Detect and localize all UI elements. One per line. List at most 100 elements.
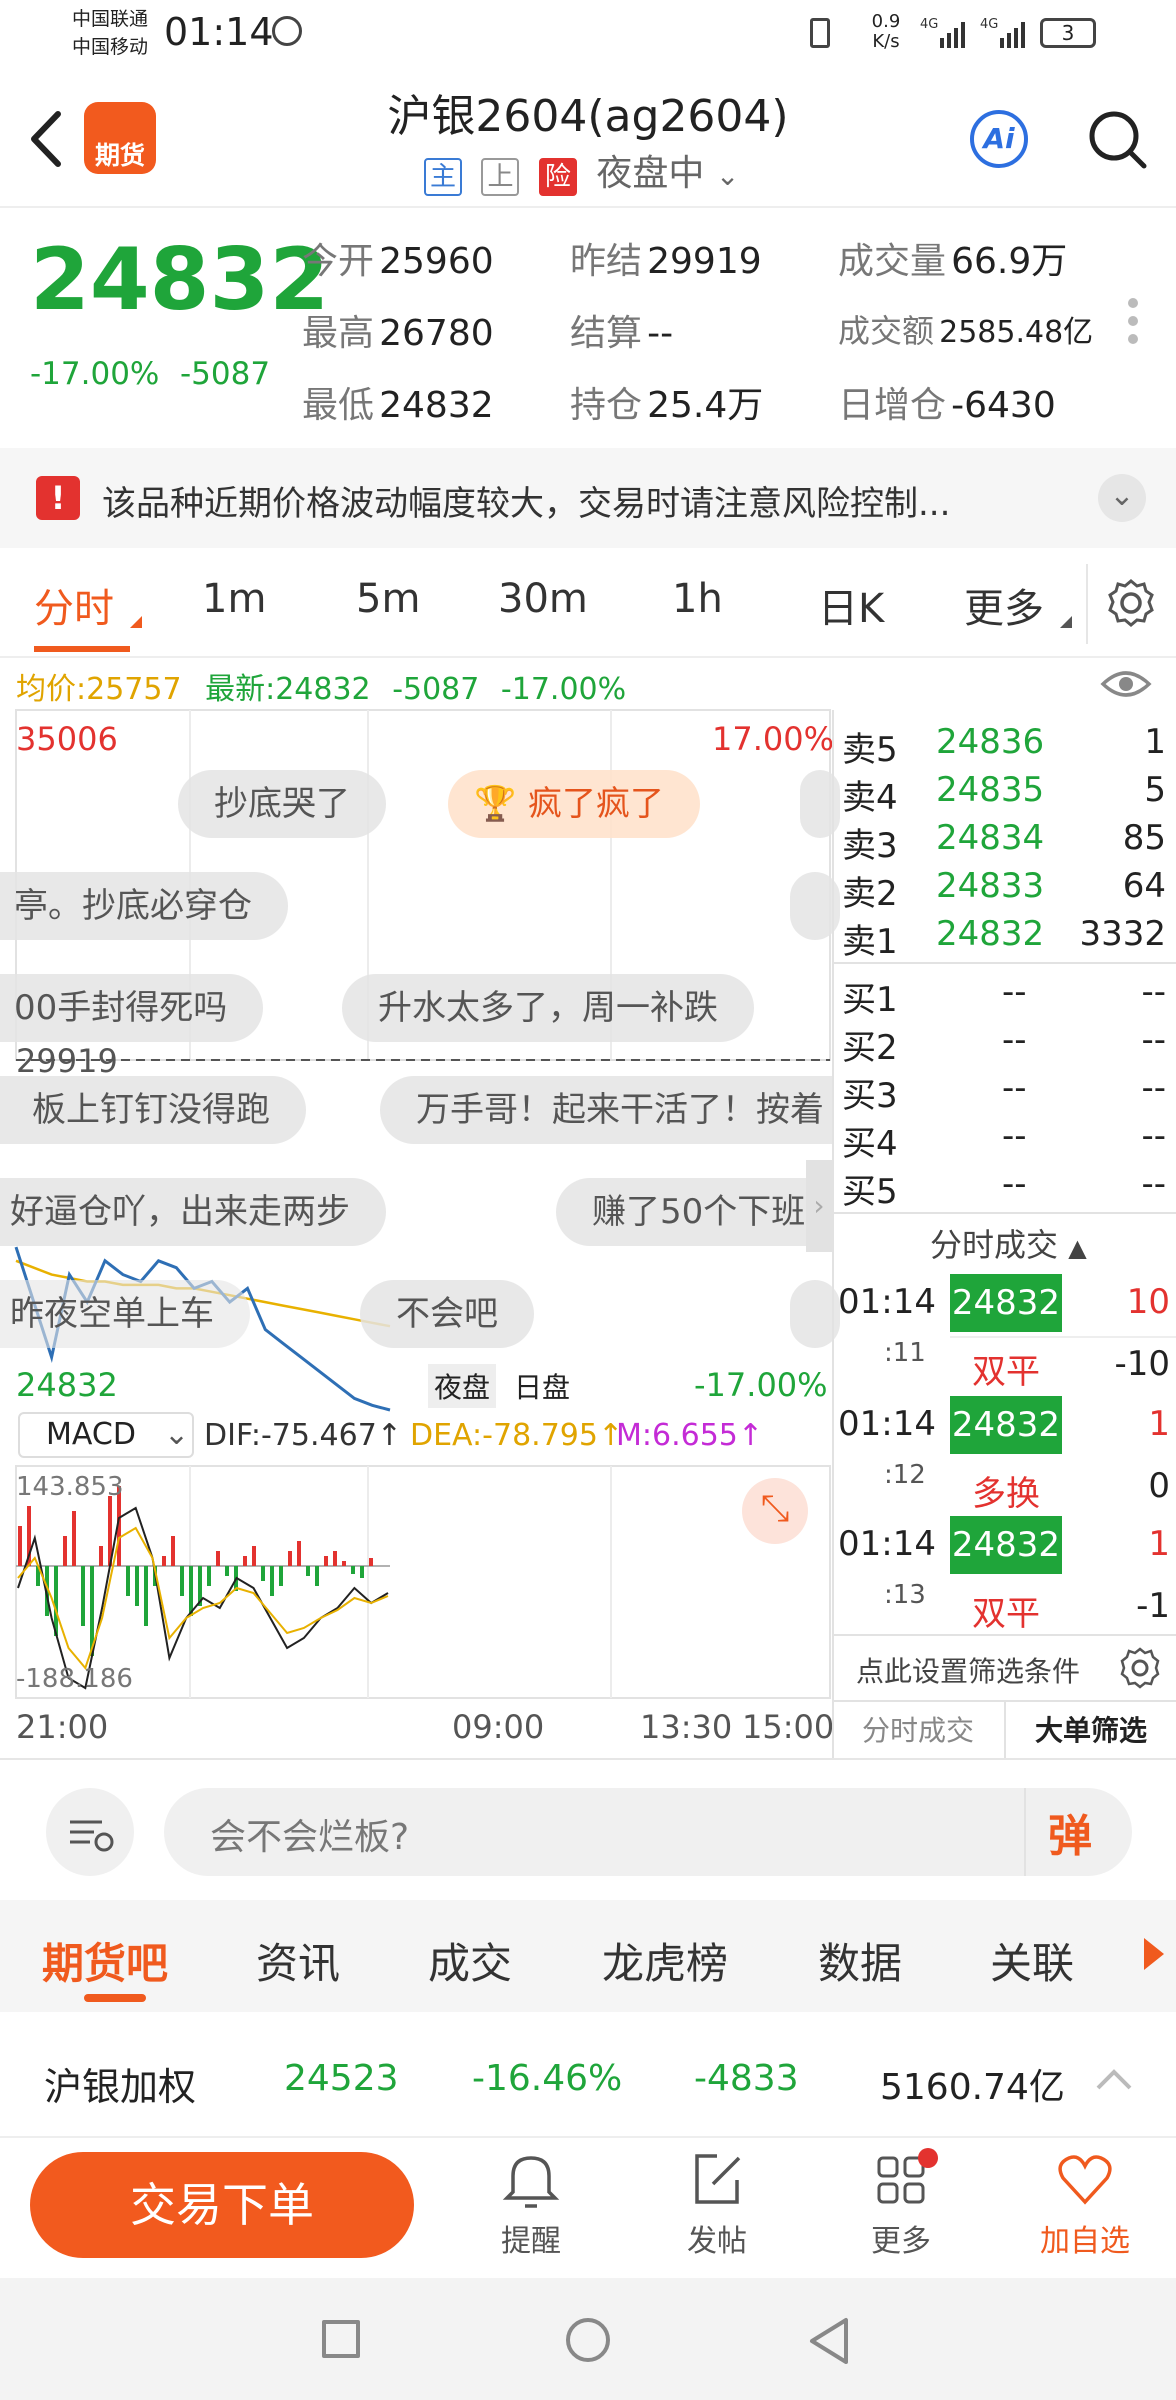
bid-row-1: 买1 -- -- bbox=[842, 972, 1166, 1020]
expand-icon[interactable]: ⌄ bbox=[1098, 474, 1146, 522]
danmu-bubble[interactable]: 升水太多了，周一补跌 bbox=[342, 974, 754, 1042]
macd-bottom-value: -188.186 bbox=[16, 1664, 133, 1694]
danmu-bubble[interactable]: 00手封得死吗 bbox=[0, 974, 264, 1042]
open-label: 今开 bbox=[302, 241, 375, 282]
trade-volume: 1 bbox=[1148, 1404, 1170, 1444]
tab-big-order-filter[interactable]: 大单筛选 bbox=[1004, 1702, 1176, 1760]
trade-delta: 0 bbox=[1148, 1466, 1170, 1506]
index-amount: 5160.74亿 bbox=[880, 2067, 1065, 2108]
chevron-down-icon: ⌄ bbox=[164, 1417, 190, 1452]
tab-corner-icon bbox=[130, 616, 142, 628]
danmu-bubble[interactable]: 抄底哭了 bbox=[178, 770, 386, 838]
trade-order-button[interactable]: 交易下单 bbox=[30, 2152, 414, 2258]
title-subline[interactable]: 主 上 险 夜盘中 ⌄ bbox=[424, 144, 739, 196]
ask-row-1: 卖1 24832 3332 bbox=[842, 914, 1166, 962]
back-nav-icon[interactable] bbox=[806, 2316, 852, 2366]
trade-type: 双平 bbox=[972, 1352, 1040, 1392]
more-dots-icon[interactable] bbox=[1128, 298, 1138, 344]
macd-selector[interactable]: MACD ⌄ bbox=[18, 1412, 194, 1458]
turnover-value: 2585.48亿 bbox=[939, 315, 1094, 350]
trade-sec: :13 bbox=[884, 1580, 926, 1610]
macd-bar bbox=[324, 1556, 328, 1566]
danmu-bubble[interactable]: 好逼仓吖，出来走两步 bbox=[0, 1178, 386, 1246]
period-tabs: 分时 1m 5m 30m 1h 日K 更多 bbox=[0, 548, 1176, 658]
ai-button[interactable]: Ai bbox=[970, 110, 1028, 168]
danmu-settings-button[interactable] bbox=[46, 1788, 134, 1876]
danmu-bubble[interactable]: 不会吧 bbox=[360, 1280, 534, 1348]
volume-label: 成交量 bbox=[838, 241, 947, 282]
macd-bar bbox=[351, 1566, 355, 1574]
danmu-bubble[interactable]: 万手哥！起来干活了！按着 bbox=[380, 1076, 832, 1144]
tab-futures-forum[interactable]: 期货吧 bbox=[42, 1930, 168, 1991]
battery-icon: 3 bbox=[1040, 18, 1096, 48]
chart-bottom-pct: -17.00% bbox=[694, 1366, 828, 1404]
danmu-bubble[interactable]: 亭。抄底必穿仓 bbox=[0, 872, 288, 940]
tab-trade-ticks[interactable]: 分时成交 bbox=[832, 1702, 1004, 1760]
settle-value: -- bbox=[647, 313, 674, 354]
tab-1h[interactable]: 1h bbox=[672, 576, 723, 622]
danmu-bubble[interactable]: 板上钉钉没得跑 bbox=[0, 1076, 306, 1144]
index-pct: -16.46% bbox=[472, 2058, 623, 2099]
dea-value: DEA:-78.795↑ bbox=[410, 1418, 624, 1453]
risk-banner[interactable]: ! 该品种近期价格波动幅度较大，交易时请注意风险控制... ⌄ bbox=[0, 448, 1176, 548]
tab-news[interactable]: 资讯 bbox=[256, 1930, 340, 1991]
tab-daily[interactable]: 日K bbox=[818, 576, 884, 634]
scroll-right-icon[interactable] bbox=[1144, 1938, 1164, 1970]
search-icon[interactable] bbox=[1086, 108, 1150, 172]
recent-apps-icon[interactable] bbox=[322, 2320, 360, 2358]
add-watchlist-button[interactable]: 加自选 bbox=[1034, 2148, 1136, 2268]
volume-value: 66.9万 bbox=[951, 241, 1068, 282]
svg-text:4G: 4G bbox=[980, 17, 998, 32]
macd-bar bbox=[126, 1566, 130, 1596]
alert-button[interactable]: 提醒 bbox=[480, 2148, 582, 2268]
macd-bar bbox=[342, 1561, 346, 1566]
tab-data[interactable]: 数据 bbox=[818, 1930, 902, 1991]
tab-related[interactable]: 关联 bbox=[990, 1930, 1074, 1991]
chart-top-price: 35006 bbox=[16, 720, 118, 758]
danmu-toggle-button[interactable]: 弹 bbox=[1048, 1800, 1092, 1864]
eye-icon[interactable] bbox=[1100, 666, 1152, 702]
tab-timeshare[interactable]: 分时 bbox=[34, 576, 114, 634]
fullscreen-icon[interactable]: ⤡ bbox=[742, 1478, 808, 1544]
more-label: 更多 bbox=[871, 2224, 931, 2259]
tab-5m[interactable]: 5m bbox=[356, 576, 420, 622]
timeshare-chart[interactable]: 35006 17.00% 29919 24832 -17.00% 夜盘 日盘 抄… bbox=[0, 658, 840, 1758]
status-time: 01:14 bbox=[164, 10, 274, 54]
index-price: 24523 bbox=[284, 2058, 399, 2099]
x-tick-2100: 21:00 bbox=[16, 1708, 109, 1746]
danmu-bubble[interactable]: 昨夜空单上车 bbox=[0, 1280, 250, 1348]
gear-icon[interactable] bbox=[1106, 578, 1156, 628]
home-icon[interactable] bbox=[566, 2318, 610, 2362]
subtab-indicator bbox=[84, 1994, 146, 2002]
chevron-up-icon[interactable] bbox=[1094, 2064, 1134, 2094]
danmu-bubble[interactable]: 赚了50个下班 bbox=[556, 1178, 832, 1246]
macd-bar bbox=[189, 1566, 193, 1616]
order-book: 卖5 24836 1 卖4 24835 5 卖3 24834 85 卖2 248… bbox=[832, 710, 1176, 1760]
filter-settings-link[interactable]: 点此设置筛选条件 bbox=[856, 1650, 1080, 1690]
index-change: -4833 bbox=[694, 2058, 799, 2099]
macd-bar bbox=[261, 1566, 265, 1581]
danmu-bubble-hot[interactable]: 🏆 疯了疯了 bbox=[448, 770, 700, 838]
tab-trades[interactable]: 成交 bbox=[428, 1930, 512, 1991]
tab-more[interactable]: 更多 bbox=[964, 576, 1044, 634]
tab-1m[interactable]: 1m bbox=[202, 576, 266, 622]
gear-icon[interactable] bbox=[1118, 1646, 1162, 1690]
chevron-right-icon[interactable]: › bbox=[806, 1160, 832, 1252]
tab-dragon-tiger[interactable]: 龙虎榜 bbox=[602, 1930, 728, 1991]
macd-bar bbox=[315, 1566, 319, 1586]
index-row[interactable]: 沪银加权 24523 -16.46% -4833 5160.74亿 bbox=[0, 2020, 1176, 2138]
tab-30m[interactable]: 30m bbox=[498, 576, 588, 622]
prev-settle-value: 29919 bbox=[647, 241, 762, 282]
macd-bar bbox=[162, 1556, 166, 1566]
session-day-label: 日盘 bbox=[514, 1371, 571, 1404]
macd-bar bbox=[243, 1556, 247, 1566]
macd-bar bbox=[360, 1566, 364, 1578]
post-button[interactable]: 发帖 bbox=[666, 2148, 768, 2268]
macd-bar bbox=[297, 1541, 301, 1566]
chart-bottom-price: 24832 bbox=[16, 1366, 118, 1404]
more-button[interactable]: 更多 bbox=[850, 2148, 952, 2268]
tab-indicator bbox=[34, 646, 130, 652]
trades-title[interactable]: 分时成交 ▲ bbox=[930, 1220, 1087, 1266]
comment-input[interactable]: 会不会烂板? 弹 bbox=[164, 1788, 1132, 1876]
x-tick-1500: 15:00 bbox=[742, 1708, 835, 1746]
